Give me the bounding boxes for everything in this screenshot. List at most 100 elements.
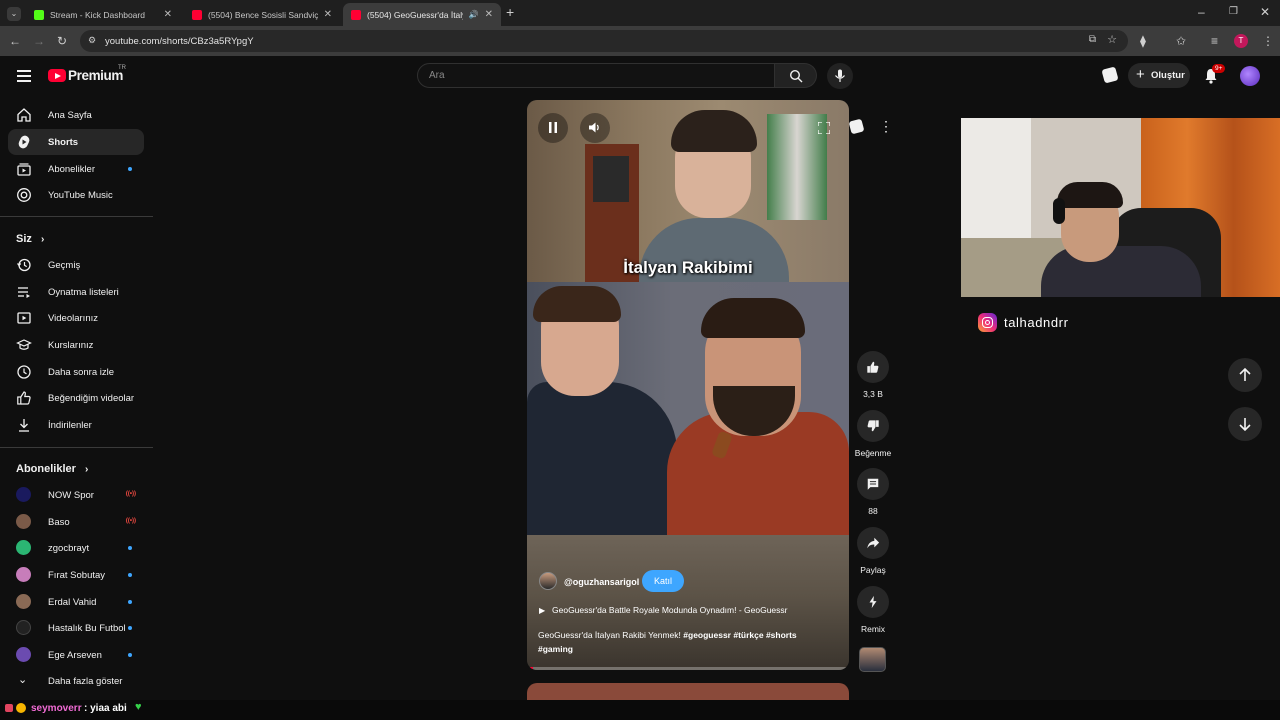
like-action[interactable]: 3,3 B [852,351,894,399]
sidebar-show-more[interactable]: ⌄ Daha fazla göster [8,668,144,694]
chevron-right-icon: › [40,234,45,245]
history-icon [17,258,31,272]
sidebar-item-downloads[interactable]: İndirilenler [8,412,144,438]
bookmarks-icon[interactable]: ✩ [1176,35,1186,47]
sidebar-channel-zgocbrayt[interactable]: zgocbrayt [8,535,144,561]
notifications-button[interactable]: 9+ [1204,64,1226,85]
next-short-preview[interactable] [527,683,849,700]
restore-icon[interactable]: ❐ [1229,6,1238,18]
sidebar-channel-firat-sobutay[interactable]: Fırat Sobutay [8,562,144,588]
volume-button[interactable] [580,113,610,143]
forward-icon[interactable]: → [33,35,45,47]
comments-button[interactable] [857,468,889,500]
sidebar-channel-hastalik-bu-futbol[interactable]: Hastalık Bu Futbol [8,615,144,641]
create-button[interactable]: + Oluştur [1128,63,1190,88]
sidebar-item-courses[interactable]: Kurslarınız [8,332,144,358]
chat-username: seymoverr [31,703,82,714]
search-button[interactable] [775,63,817,88]
profile-avatar[interactable]: T [1234,34,1248,48]
like-button[interactable] [857,351,889,383]
sidebar-item-youtube-music[interactable]: YouTube Music [8,182,144,208]
you-section-heading[interactable]: Siz › [16,233,44,245]
channel-avatar[interactable] [539,572,557,590]
search-input[interactable]: Ara [417,63,775,88]
tab-youtube-geoguessr[interactable]: (5504) GeoGuessr'da İtalya... 🔊 ✕ [343,3,501,26]
share-action[interactable]: Paylaş [852,527,894,575]
sidebar-item-your-videos[interactable]: Videolarınız [8,305,144,331]
site-info-icon[interactable]: ⚙ [88,35,96,46]
sidebar-item-watch-later[interactable]: Daha sonra izle [8,359,144,385]
new-content-dot [128,167,132,171]
back-icon[interactable]: ← [9,35,21,47]
audio-icon[interactable]: 🔊 [469,10,479,19]
sidebar-item-label: zgocbrayt [48,542,90,554]
shorts-create-overlay-icon[interactable] [848,118,865,135]
live-indicator-icon: ((•)) [125,518,136,524]
related-video-link[interactable]: ▶ GeoGuessr'da Battle Royale Modunda Oyn… [539,605,839,619]
youtube-premium-logo[interactable]: Premium TR [48,65,138,85]
video-person-left-hair [533,286,621,322]
subscriptions-section-heading[interactable]: Abonelikler › [16,463,88,475]
close-tab-icon[interactable]: ✕ [324,9,332,20]
short-description[interactable]: GeoGuessr'da İtalyan Rakibi Yenmek! #geo… [538,629,826,656]
voice-search-button[interactable] [827,63,853,89]
sidebar-item-history[interactable]: Geçmiş [8,252,144,278]
dislike-label: Beğenme [854,448,892,458]
new-tab-icon[interactable]: + [506,5,514,19]
webcam-overlay [961,118,1280,297]
bookmark-star-icon[interactable]: ☆ [1107,33,1117,46]
video-caption: İtalyan Rakibimi [623,258,753,277]
new-content-dot [128,626,132,630]
tab-search-icon[interactable]: ⌄ [7,7,21,21]
sidebar-item-shorts[interactable]: Shorts [8,129,144,155]
video-person-left-suit [527,382,677,535]
next-short-button[interactable] [1228,407,1262,441]
sidebar-channel-baso[interactable]: Baso ((•)) [8,509,144,535]
channel-avatar [16,514,31,529]
remix-action[interactable]: Remix [852,586,894,634]
sidebar-channel-ege-arseven[interactable]: Ege Arseven [8,642,144,668]
plus-icon: + [1136,66,1145,83]
channel-handle[interactable]: @oguzhansarigol [564,577,639,587]
share-button[interactable] [857,527,889,559]
close-tab-icon[interactable]: ✕ [485,9,493,20]
sidebar-item-label: Daha fazla göster [48,675,123,687]
previous-short-button[interactable] [1228,358,1262,392]
sidebar-item-home[interactable]: Ana Sayfa [8,102,144,128]
fullscreen-button[interactable] [809,113,839,143]
progress-track[interactable] [527,667,849,670]
sidebar-item-subscriptions[interactable]: Abonelikler [8,156,144,182]
remix-button[interactable] [857,586,889,618]
guide-menu-icon[interactable] [17,70,31,82]
shorts-create-icon[interactable] [1101,66,1119,84]
pause-button[interactable] [538,113,568,143]
description-text: GeoGuessr'da İtalyan Rakibi Yenmek! [538,630,681,640]
youtube-play-icon [48,69,66,82]
more-options-icon[interactable]: ⋮ [876,118,896,136]
sidebar-channel-now-spor[interactable]: NOW Spor ((•)) [8,482,144,508]
sidebar-item-liked-videos[interactable]: Beğendiğim videolar [8,385,144,411]
extensions-icon[interactable]: ⧫ [1140,35,1146,47]
dislike-action[interactable]: Beğenme [852,410,894,458]
sound-thumbnail[interactable] [859,647,886,672]
media-icon[interactable]: ≡ [1211,35,1218,47]
sidebar-divider [0,447,153,448]
sidebar-item-playlists[interactable]: Oynatma listeleri [8,279,144,305]
account-avatar[interactable] [1240,66,1260,86]
tab-kick-dashboard[interactable]: Stream - Kick Dashboard ✕ [26,3,180,26]
join-button[interactable]: Katıl [642,570,684,592]
reload-icon[interactable]: ↻ [57,35,67,47]
minimize-icon[interactable]: – [1198,6,1205,18]
address-bar[interactable]: ⚙ youtube.com/shorts/CBz3a5RYpgY ⧉ ☆ [80,30,1128,52]
shorts-player[interactable]: İtalyan Rakibimi @oguzhansarigol Katıl ▶… [527,100,849,670]
channel-avatar [16,647,31,662]
install-icon[interactable]: ⧉ [1089,34,1096,45]
browser-menu-icon[interactable]: ⋮ [1262,35,1274,47]
close-window-icon[interactable]: ✕ [1260,6,1270,18]
tab-youtube-sandvic[interactable]: (5504) Bence Sosisli Sandviçin... ✕ [184,3,340,26]
sidebar-item-label: Kurslarınız [48,339,94,351]
dislike-button[interactable] [857,410,889,442]
comments-action[interactable]: 88 [852,468,894,516]
close-tab-icon[interactable]: ✕ [164,9,172,20]
sidebar-channel-erdal-vahid[interactable]: Erdal Vahid [8,589,144,615]
